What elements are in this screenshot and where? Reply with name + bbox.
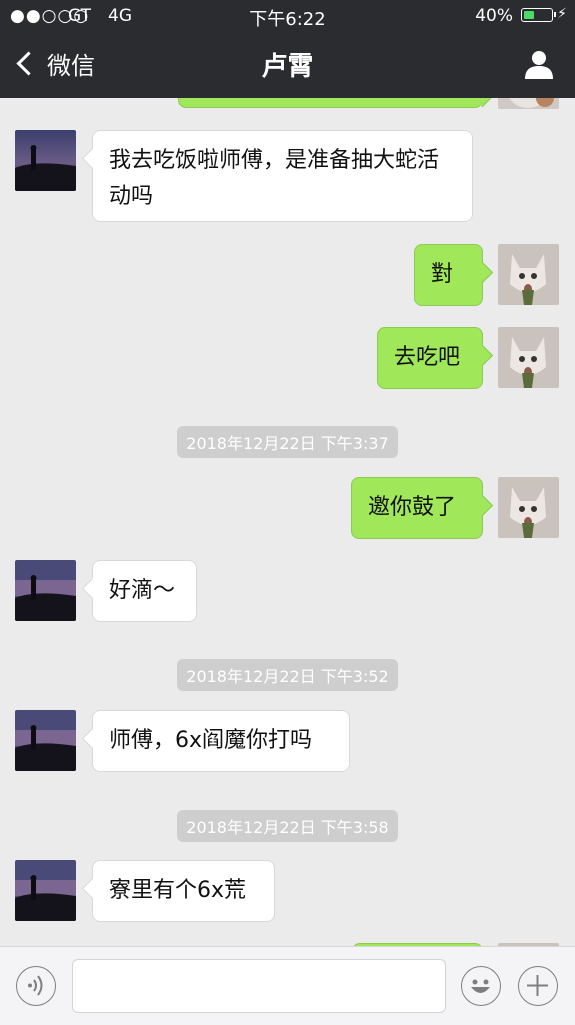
contact-avatar[interactable] — [15, 130, 76, 191]
person-icon[interactable] — [523, 48, 555, 80]
emoji-button[interactable] — [461, 966, 501, 1006]
message-bubble-outgoing[interactable]: 對 — [414, 244, 483, 306]
charging-icon: ⚡ — [557, 6, 567, 22]
voice-button[interactable] — [16, 966, 56, 1006]
battery-nub — [554, 12, 556, 17]
contact-avatar[interactable] — [15, 710, 76, 771]
timestamp-label: 2018年12月22日 下午3:37 — [177, 426, 398, 458]
message-text: 我去吃饭啦师傅，是准备抽大蛇活动吗 — [109, 148, 440, 209]
my-avatar[interactable] — [498, 477, 559, 538]
timestamp-label: 2018年12月22日 下午3:52 — [177, 659, 398, 691]
message-text: 好滴～ — [109, 578, 176, 603]
status-bar: ●●○○○ GT 4G 下午6:22 40% ⚡ — [0, 0, 575, 32]
battery-icon — [521, 8, 556, 22]
input-bar — [0, 946, 575, 1025]
message-text: 去吃吧 — [394, 345, 461, 370]
contact-avatar[interactable] — [15, 860, 76, 921]
message-text: 寮里有个6x荒 — [109, 878, 247, 903]
timestamp: 2018年12月22日 下午3:52 — [0, 659, 575, 691]
voice-icon — [28, 975, 43, 996]
emoji-icon — [471, 979, 490, 993]
my-avatar[interactable] — [498, 327, 559, 388]
message-bubble-outgoing[interactable]: 去吃吧 — [377, 327, 483, 389]
more-button[interactable] — [518, 966, 558, 1006]
message-bubble-incoming[interactable]: 好滴～ — [92, 560, 197, 622]
message-text: 师傅，6x阎魔你打吗 — [109, 728, 313, 753]
my-avatar[interactable] — [498, 244, 559, 305]
contact-avatar[interactable] — [15, 560, 76, 621]
battery-fill — [524, 11, 534, 19]
message-input[interactable] — [72, 959, 446, 1013]
timestamp: 2018年12月22日 下午3:37 — [0, 426, 575, 458]
battery-percent: 40% — [475, 6, 513, 26]
message-bubble-incoming[interactable]: 我去吃饭啦师傅，是准备抽大蛇活动吗 — [92, 130, 473, 222]
chat-area[interactable]: 我去吃饭啦师傅，是准备抽大蛇活动吗 對 去吃吧 2018年12月22日 下午3:… — [0, 98, 575, 946]
timestamp-label: 2018年12月22日 下午3:58 — [177, 810, 398, 842]
message-bubble-outgoing[interactable]: 邀你鼓了 — [351, 477, 483, 539]
message-bubble-outgoing[interactable] — [178, 98, 483, 108]
message-bubble-incoming[interactable]: 师傅，6x阎魔你打吗 — [92, 710, 350, 772]
message-bubble-incoming[interactable]: 寮里有个6x荒 — [92, 860, 275, 922]
plus-icon — [527, 975, 548, 996]
chat-title: 卢霄 — [261, 52, 314, 82]
message-text: 邀你鼓了 — [368, 495, 457, 520]
message-text: 對 — [431, 262, 454, 287]
my-avatar[interactable] — [498, 98, 559, 109]
nav-bar: 微信 卢霄 — [0, 32, 575, 98]
timestamp: 2018年12月22日 下午3:58 — [0, 810, 575, 842]
